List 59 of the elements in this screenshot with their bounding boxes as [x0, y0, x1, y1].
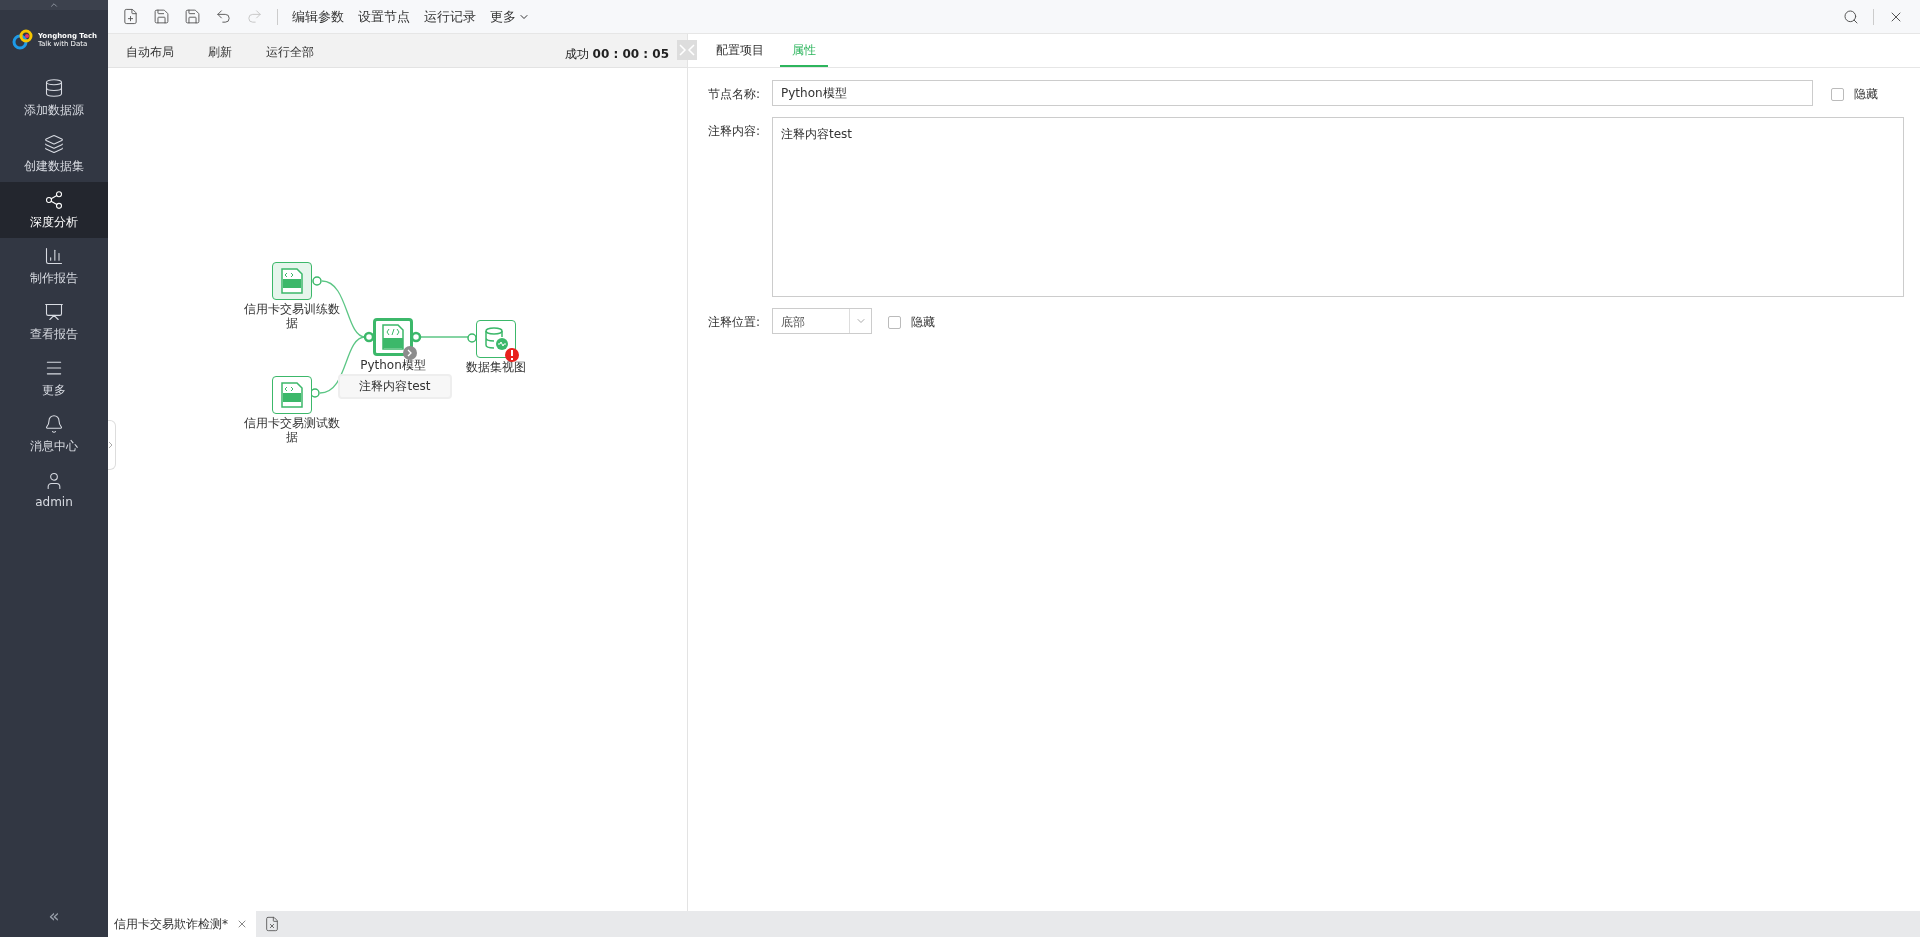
database-view-icon [483, 326, 509, 352]
node-comment: 注释内容test [338, 374, 452, 399]
toolbar-menu[interactable]: 设置节点 [358, 7, 410, 26]
undo-icon[interactable] [215, 8, 232, 25]
bell-icon [44, 413, 64, 434]
connector [410, 331, 477, 343]
node-label: 信用卡交易训练数据 [244, 302, 340, 330]
checkbox-label: 隐藏 [911, 314, 935, 331]
save-as-icon[interactable] [184, 8, 201, 25]
chevron-up-icon[interactable] [49, 0, 59, 10]
sidebar-item[interactable]: 深度分析 [0, 182, 108, 238]
sql-file-icon [280, 382, 304, 408]
position-select[interactable]: 底部 [772, 308, 872, 334]
checkbox[interactable] [1831, 88, 1844, 101]
checkbox-label: 隐藏 [1854, 86, 1878, 103]
python-file-icon [381, 324, 405, 350]
bar-chart-icon [44, 245, 64, 266]
expand-icon[interactable] [403, 346, 417, 360]
flow-node[interactable] [272, 376, 312, 414]
node-name-field[interactable]: Python模型 [772, 80, 1813, 106]
toolbar-menu[interactable]: 更多 [490, 7, 530, 26]
panel-tab[interactable]: 配置项目 [704, 42, 776, 67]
logo-icon [10, 28, 35, 52]
monitor-chart-icon [44, 301, 64, 322]
flow-node[interactable] [272, 262, 312, 300]
sidebar-item[interactable]: 制作报告 [0, 238, 108, 294]
canvas-action[interactable]: 运行全部 [266, 44, 314, 61]
field-label: 节点名称: [708, 86, 762, 103]
sidebar-item[interactable]: 消息中心 [0, 406, 108, 462]
flow-node[interactable] [373, 318, 413, 356]
canvas-action[interactable]: 自动布局 [126, 44, 174, 61]
sql-file-icon [280, 268, 304, 294]
save-icon[interactable] [153, 8, 170, 25]
sidebar-item[interactable]: 创建数据集 [0, 126, 108, 182]
sidebar-item[interactable]: 查看报告 [0, 294, 108, 350]
run-status: 成功 00 : 00 : 05 [564, 46, 669, 63]
network-icon [44, 189, 64, 210]
toolbar-menu[interactable]: 编辑参数 [292, 7, 344, 26]
layers-icon [44, 133, 64, 154]
field-label: 注释位置: [708, 314, 762, 331]
sidebar-item[interactable]: admin [0, 462, 108, 518]
sidebar-item[interactable]: 更多 [0, 350, 108, 406]
new-file-icon[interactable] [122, 8, 139, 25]
node-label: 数据集视图 [465, 360, 527, 374]
sidebar-item[interactable]: 添加数据源 [0, 70, 108, 126]
field-label: 注释内容: [708, 123, 762, 140]
close-icon[interactable] [236, 918, 248, 930]
node-label: 信用卡交易测试数据 [244, 416, 340, 444]
flow-node[interactable] [476, 320, 516, 358]
expand-handle[interactable] [108, 420, 116, 470]
search-icon[interactable] [1843, 8, 1859, 25]
checkbox[interactable] [888, 316, 901, 329]
collapse-sidebar-button[interactable]: « [0, 893, 108, 937]
database-icon [44, 77, 64, 98]
document-tab[interactable]: 信用卡交易欺诈检测* [108, 911, 256, 937]
canvas-action[interactable]: 刷新 [208, 44, 232, 61]
comment-field[interactable]: 注释内容test [772, 117, 1904, 297]
node-label: Python模型 [359, 358, 427, 372]
toolbar-menu[interactable]: 运行记录 [424, 7, 476, 26]
